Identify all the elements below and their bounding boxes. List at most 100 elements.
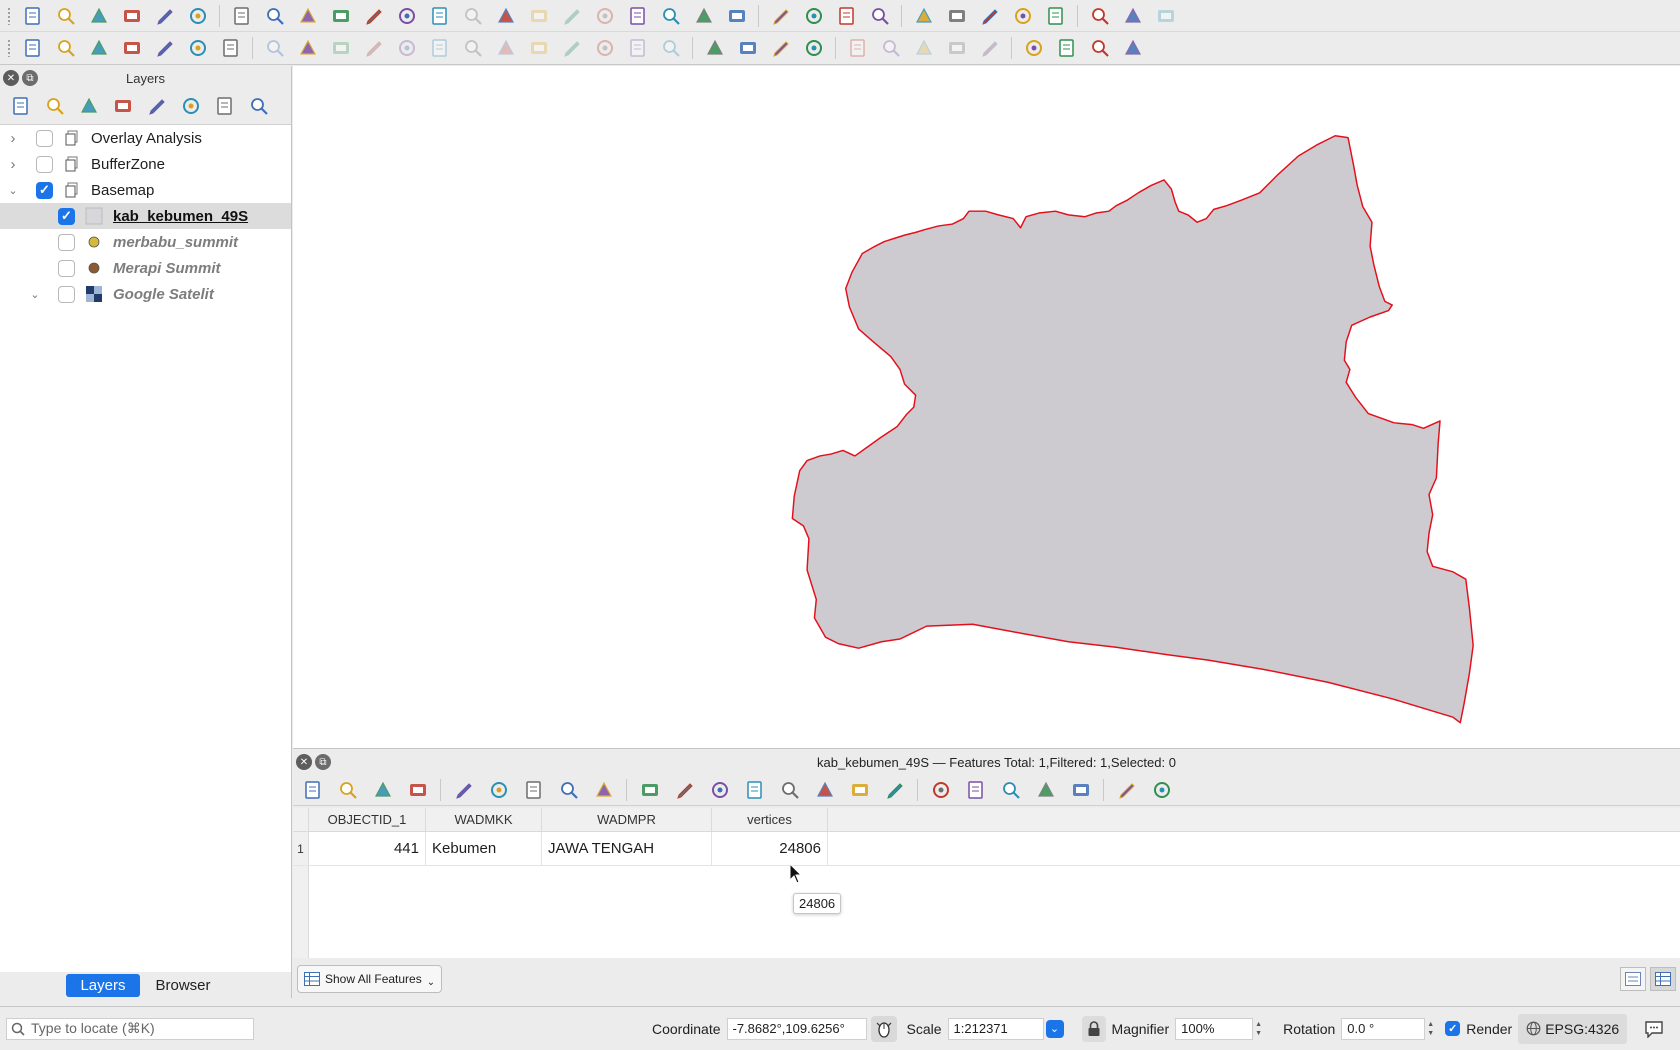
tab-browser[interactable]: Browser bbox=[142, 974, 225, 997]
layer-tree-item[interactable]: ⌄ ✓ Basemap bbox=[0, 177, 291, 203]
help-contents-button[interactable] bbox=[1116, 34, 1149, 62]
zoom-last-button[interactable] bbox=[489, 2, 522, 30]
close-icon[interactable]: ✕ bbox=[3, 70, 19, 86]
metasearch-button[interactable] bbox=[1017, 34, 1050, 62]
locator-search[interactable]: Type to locate (⌘K) bbox=[6, 1017, 254, 1040]
new-map-view-button[interactable] bbox=[555, 2, 588, 30]
statistics-button[interactable] bbox=[1006, 2, 1039, 30]
add-vector-layer-button[interactable] bbox=[82, 34, 115, 62]
show-features-dropdown[interactable]: Show All Features ⌄ bbox=[297, 965, 443, 993]
form-view-button[interactable] bbox=[1144, 776, 1179, 804]
select-by-expression-button[interactable] bbox=[632, 776, 667, 804]
add-delimited-text-button[interactable] bbox=[115, 34, 148, 62]
paste-features-button[interactable] bbox=[588, 34, 621, 62]
field-calculator-button[interactable] bbox=[993, 776, 1028, 804]
pan-to-selected-button[interactable] bbox=[842, 776, 877, 804]
map-tips-button[interactable] bbox=[1116, 2, 1149, 30]
column-header[interactable]: vertices bbox=[712, 808, 828, 831]
layer-tree-item[interactable]: ✓ kab_kebumen_49S bbox=[0, 203, 291, 229]
open-field-calculator-button[interactable] bbox=[1039, 2, 1072, 30]
open-project-button[interactable] bbox=[49, 2, 82, 30]
identify-button[interactable] bbox=[907, 2, 940, 30]
scale-field[interactable]: 1:212371 bbox=[947, 1017, 1044, 1040]
zoom-full-button[interactable] bbox=[357, 2, 390, 30]
locator-filter-button[interactable] bbox=[1149, 2, 1182, 30]
redo-button[interactable] bbox=[654, 34, 687, 62]
add-group-button[interactable] bbox=[38, 92, 72, 120]
magnifier-field[interactable]: 100% bbox=[1175, 1017, 1254, 1040]
rotation-spinner[interactable]: ▲ ▼ bbox=[1427, 1018, 1437, 1040]
copy-features-button[interactable] bbox=[555, 34, 588, 62]
row-number[interactable]: 1 bbox=[293, 832, 309, 865]
pan-button[interactable] bbox=[225, 2, 258, 30]
deselect-button[interactable] bbox=[830, 2, 863, 30]
table-view-button[interactable] bbox=[1650, 967, 1676, 991]
filter-expression-button[interactable] bbox=[140, 92, 174, 120]
reload-button[interactable] bbox=[400, 776, 435, 804]
actions-button[interactable] bbox=[1063, 776, 1098, 804]
layer-visibility-checkbox[interactable] bbox=[36, 129, 53, 147]
temporal-controller-button[interactable] bbox=[687, 2, 720, 30]
layer-visibility-checkbox[interactable] bbox=[58, 285, 75, 303]
layer-visibility-checkbox[interactable] bbox=[58, 259, 75, 277]
float-panel-icon[interactable]: ⧉ bbox=[315, 754, 331, 770]
python-console-button[interactable] bbox=[1050, 34, 1083, 62]
refresh-button[interactable] bbox=[720, 2, 753, 30]
vertex-tool-button[interactable] bbox=[423, 34, 456, 62]
chevron-down-icon[interactable]: ⌄ bbox=[28, 288, 42, 301]
add-feature-button[interactable] bbox=[390, 34, 423, 62]
toolbar-grip[interactable] bbox=[6, 6, 12, 25]
float-panel-icon[interactable]: ⧉ bbox=[22, 70, 38, 86]
modify-attributes-button[interactable] bbox=[456, 34, 489, 62]
layer-visibility-checkbox[interactable]: ✓ bbox=[36, 181, 53, 199]
label-properties-button[interactable] bbox=[973, 34, 1006, 62]
show-bookmarks-button[interactable] bbox=[654, 2, 687, 30]
pin-labels-button[interactable] bbox=[797, 34, 830, 62]
table-row[interactable]: 1 441 Kebumen JAWA TENGAH 24806 bbox=[293, 832, 1680, 866]
save-edits-button[interactable] bbox=[365, 776, 400, 804]
zoom-in-button[interactable] bbox=[291, 2, 324, 30]
coordinate-field[interactable]: -7.8682°,109.6256° bbox=[726, 1017, 867, 1040]
scale-dropdown[interactable]: ⌄ bbox=[1045, 1019, 1064, 1038]
table-cell[interactable]: 24806 bbox=[712, 832, 828, 865]
diagram-options-button[interactable] bbox=[731, 34, 764, 62]
processing-toolbox-button[interactable] bbox=[973, 2, 1006, 30]
crs-button[interactable]: EPSG:4326 bbox=[1518, 1013, 1628, 1044]
pan-to-selection-button[interactable] bbox=[258, 2, 291, 30]
column-header[interactable]: OBJECTID_1 bbox=[309, 808, 426, 831]
save-edits-button[interactable] bbox=[324, 34, 357, 62]
select-all-button[interactable] bbox=[667, 776, 702, 804]
lock-scale-button[interactable] bbox=[1081, 1015, 1106, 1042]
invert-selection-button[interactable] bbox=[702, 776, 737, 804]
new-3d-view-button[interactable] bbox=[588, 2, 621, 30]
change-label-button[interactable] bbox=[940, 34, 973, 62]
georeferencer-button[interactable] bbox=[1083, 34, 1116, 62]
render-checkbox[interactable]: ✓ bbox=[1445, 1021, 1461, 1036]
rotate-label-button[interactable] bbox=[907, 34, 940, 62]
expand-all-button[interactable] bbox=[174, 92, 208, 120]
select-by-expression-button[interactable] bbox=[797, 2, 830, 30]
table-cell[interactable]: JAWA TENGAH bbox=[542, 832, 712, 865]
collapse-all-button[interactable] bbox=[208, 92, 242, 120]
new-field-button[interactable] bbox=[923, 776, 958, 804]
add-feature-button[interactable] bbox=[446, 776, 481, 804]
attribute-table-button[interactable] bbox=[940, 2, 973, 30]
new-print-layout-button[interactable] bbox=[115, 2, 148, 30]
map-canvas[interactable] bbox=[293, 66, 1680, 749]
add-virtual-layer-button[interactable] bbox=[214, 34, 247, 62]
add-mesh-layer-button[interactable] bbox=[181, 34, 214, 62]
layer-tree-item[interactable]: › Overlay Analysis bbox=[0, 125, 291, 151]
dock-table-button[interactable] bbox=[1109, 776, 1144, 804]
zoom-to-selected-button[interactable] bbox=[877, 776, 912, 804]
digitize-button[interactable] bbox=[357, 34, 390, 62]
messages-button[interactable] bbox=[1641, 1016, 1667, 1042]
close-icon[interactable]: ✕ bbox=[296, 754, 312, 770]
bookmark-button[interactable] bbox=[621, 2, 654, 30]
zoom-out-button[interactable] bbox=[324, 2, 357, 30]
form-view-button[interactable] bbox=[1620, 967, 1646, 991]
tab-layers[interactable]: Layers bbox=[66, 973, 140, 997]
table-cell[interactable]: 441 bbox=[309, 832, 426, 865]
remove-layer-button[interactable] bbox=[242, 92, 276, 120]
filter-selection-button[interactable] bbox=[772, 776, 807, 804]
chevron-right-icon[interactable]: › bbox=[6, 130, 20, 147]
